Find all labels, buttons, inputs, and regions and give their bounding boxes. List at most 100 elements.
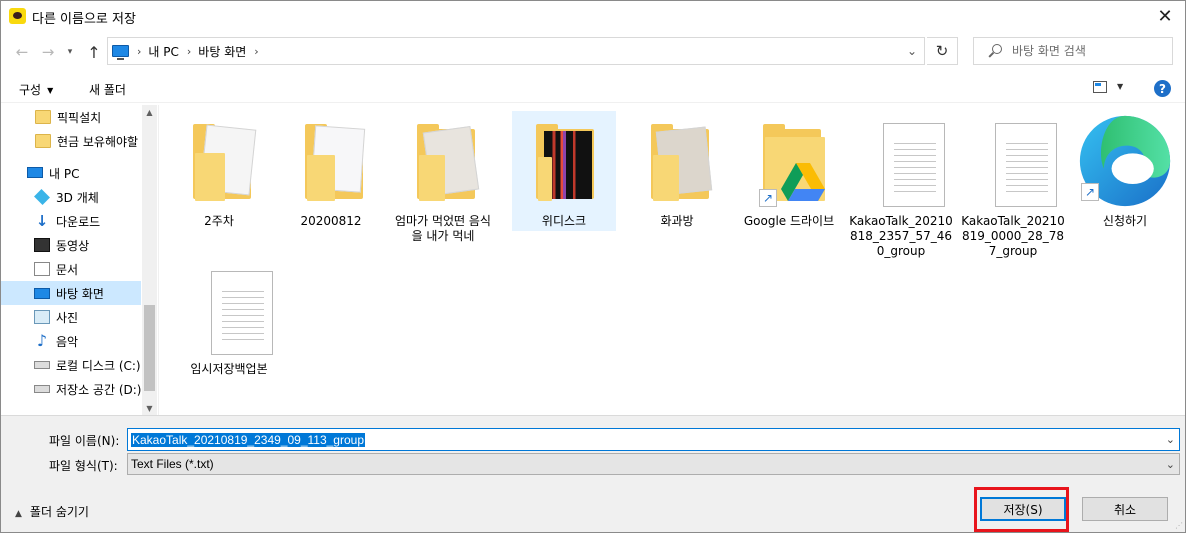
view-options-dropdown-icon[interactable]: ▼ xyxy=(1117,82,1123,91)
chevron-down-icon[interactable]: ⌄ xyxy=(1166,458,1175,471)
sidebar-item-label: 사진 xyxy=(56,310,79,325)
navigation-row: ← → ▾ ↑ › 내 PC › 바탕 화면 › ⌄ ↻ xyxy=(1,37,1185,67)
filetype-select[interactable]: Text Files (*.txt) ⌄ xyxy=(127,453,1180,475)
breadcrumb-this-pc[interactable]: 내 PC xyxy=(148,43,178,60)
up-button[interactable]: ↑ xyxy=(83,40,105,64)
breadcrumb-desktop[interactable]: 바탕 화면 xyxy=(198,43,246,60)
video-icon xyxy=(34,238,50,252)
shortcut-arrow-icon: ↗ xyxy=(1081,183,1099,201)
sidebar-item-local-disk-c[interactable]: 로컬 디스크 (C:) xyxy=(1,353,141,377)
file-name: 2주차 xyxy=(204,214,234,228)
sidebar-item-pickpick[interactable]: 픽픽설치 xyxy=(1,105,141,129)
file-item[interactable]: 엄마가 먹었떤 음식을 내가 먹네 xyxy=(391,111,495,261)
close-button[interactable]: ✕ xyxy=(1145,1,1185,32)
organize-button[interactable]: 구성 ▼ xyxy=(19,81,53,98)
filename-input[interactable]: KakaoTalk_20210819_2349_09_113_group ⌄ xyxy=(127,428,1180,451)
folder-front-shape xyxy=(538,157,552,201)
document-icon xyxy=(34,262,50,276)
file-item[interactable]: KakaoTalk_20210819_0000_28_787_group xyxy=(961,111,1065,261)
kakaotalk-icon xyxy=(9,8,26,24)
file-item[interactable]: 화과방 xyxy=(625,111,729,261)
save-as-dialog: 다른 이름으로 저장 ✕ ← → ▾ ↑ › 내 PC › 바탕 화면 › ⌄ … xyxy=(0,0,1186,533)
file-item[interactable]: KakaoTalk_20210818_2357_57_460_group xyxy=(849,111,953,261)
breadcrumb-separator-icon[interactable]: › xyxy=(187,45,191,58)
file-item[interactable]: ↗ Google 드라이브 xyxy=(737,111,841,261)
file-name: 화과방 xyxy=(660,214,694,228)
file-name: Google 드라이브 xyxy=(743,214,835,228)
sidebar-item-pictures[interactable]: 사진 xyxy=(1,305,141,329)
dialog-title: 다른 이름으로 저장 xyxy=(32,12,136,27)
scroll-down-icon[interactable]: ▼ xyxy=(142,401,157,415)
filetype-value: Text Files (*.txt) xyxy=(131,457,214,471)
file-name: 20200812 xyxy=(300,214,362,228)
cancel-button[interactable]: 취소 xyxy=(1082,497,1168,521)
address-dropdown-button[interactable]: ⌄ xyxy=(900,38,924,64)
file-item[interactable]: 위디스크 xyxy=(512,111,616,231)
file-name: KakaoTalk_20210818_2357_57_460_group xyxy=(849,214,953,258)
document-page-shape xyxy=(883,123,945,207)
text-file-icon xyxy=(871,123,945,207)
google-drive-icon xyxy=(781,163,825,201)
chevron-down-icon: ▼ xyxy=(47,86,54,95)
text-file-icon xyxy=(199,271,273,355)
file-item[interactable]: ↗ 신청하기 xyxy=(1073,111,1177,261)
sidebar-item-label: 내 PC xyxy=(49,166,80,181)
scrollbar-thumb[interactable] xyxy=(144,305,155,391)
file-name: KakaoTalk_20210819_0000_28_787_group xyxy=(961,214,1065,258)
file-item[interactable]: 2주차 xyxy=(167,111,271,261)
sidebar-item-desktop[interactable]: 바탕 화면 xyxy=(1,281,141,305)
shortcut-arrow-icon: ↗ xyxy=(759,189,777,207)
filename-value[interactable]: KakaoTalk_20210819_2349_09_113_group xyxy=(131,432,365,447)
back-button[interactable]: ← xyxy=(11,40,33,64)
filename-label: 파일 이름(N): xyxy=(49,434,120,448)
hide-folders-label: 폴더 숨기기 xyxy=(29,505,89,519)
help-button[interactable]: ? xyxy=(1154,80,1171,97)
navigation-pane-scrollbar[interactable]: ▲ ▼ xyxy=(142,105,157,415)
sidebar-item-this-pc[interactable]: 내 PC xyxy=(1,161,141,185)
chevron-up-icon: ▲ xyxy=(15,509,22,519)
new-folder-button[interactable]: 새 폴더 xyxy=(89,81,126,98)
resize-grip-icon[interactable]: ⋰ xyxy=(1175,521,1183,530)
drive-icon xyxy=(34,361,50,369)
file-list: 2주차 20200812 엄마가 먹었떤 음식을 내가 먹네 위디스크 화과방 … xyxy=(159,105,1185,415)
google-drive-folder-icon: ↗ xyxy=(759,123,825,207)
folder-icon xyxy=(301,123,367,205)
sidebar-item-label: 다운로드 xyxy=(56,214,101,229)
search-icon xyxy=(988,44,1002,58)
sidebar-item-3d-objects[interactable]: 3D 개체 xyxy=(1,185,141,209)
sidebar-item-storage-d[interactable]: 저장소 공간 (D:) xyxy=(1,377,141,401)
document-page-shape xyxy=(211,271,273,355)
view-options-icon[interactable] xyxy=(1093,81,1107,93)
address-bar[interactable]: › 내 PC › 바탕 화면 › ⌄ xyxy=(107,37,925,65)
sidebar-item-videos[interactable]: 동영상 xyxy=(1,233,141,257)
search-input[interactable] xyxy=(1012,44,1162,58)
refresh-button[interactable]: ↻ xyxy=(927,37,958,65)
scroll-up-icon[interactable]: ▲ xyxy=(142,105,157,119)
sidebar-item-documents[interactable]: 문서 xyxy=(1,257,141,281)
navigation-pane: 픽픽설치 현금 보유해야할 내 PC 3D 개체 ↓ 다운로드 동영상 문서 바 xyxy=(1,105,157,415)
search-box[interactable] xyxy=(973,37,1173,65)
sidebar-item-downloads[interactable]: ↓ 다운로드 xyxy=(1,209,141,233)
folder-icon xyxy=(35,134,51,148)
title-bar: 다른 이름으로 저장 ✕ xyxy=(1,1,1185,32)
computer-icon xyxy=(112,45,129,60)
hide-folders-button[interactable]: ▲ 폴더 숨기기 xyxy=(15,503,89,520)
file-item[interactable]: 임시저장백업본 xyxy=(177,259,281,409)
folder-icon xyxy=(35,110,51,124)
filetype-label: 파일 형식(T): xyxy=(49,459,118,473)
sidebar-item-label: 동영상 xyxy=(56,238,90,253)
sidebar-item-music[interactable]: ♪ 음악 xyxy=(1,329,141,353)
save-form: 파일 이름(N): KakaoTalk_20210819_2349_09_113… xyxy=(1,415,1185,532)
sidebar-item-label: 저장소 공간 (D:) xyxy=(56,382,141,397)
document-page-shape xyxy=(995,123,1057,207)
recent-locations-button[interactable]: ▾ xyxy=(59,40,81,64)
sidebar-item-cash[interactable]: 현금 보유해야할 xyxy=(1,129,141,153)
breadcrumb-separator-icon[interactable]: › xyxy=(254,45,258,58)
file-name: 신청하기 xyxy=(1102,214,1148,228)
organize-label: 구성 xyxy=(19,83,42,97)
folder-icon xyxy=(534,123,600,205)
chevron-down-icon[interactable]: ⌄ xyxy=(1166,433,1175,446)
forward-button[interactable]: → xyxy=(37,40,59,64)
folder-front-shape xyxy=(419,155,445,201)
file-item[interactable]: 20200812 xyxy=(279,111,383,261)
